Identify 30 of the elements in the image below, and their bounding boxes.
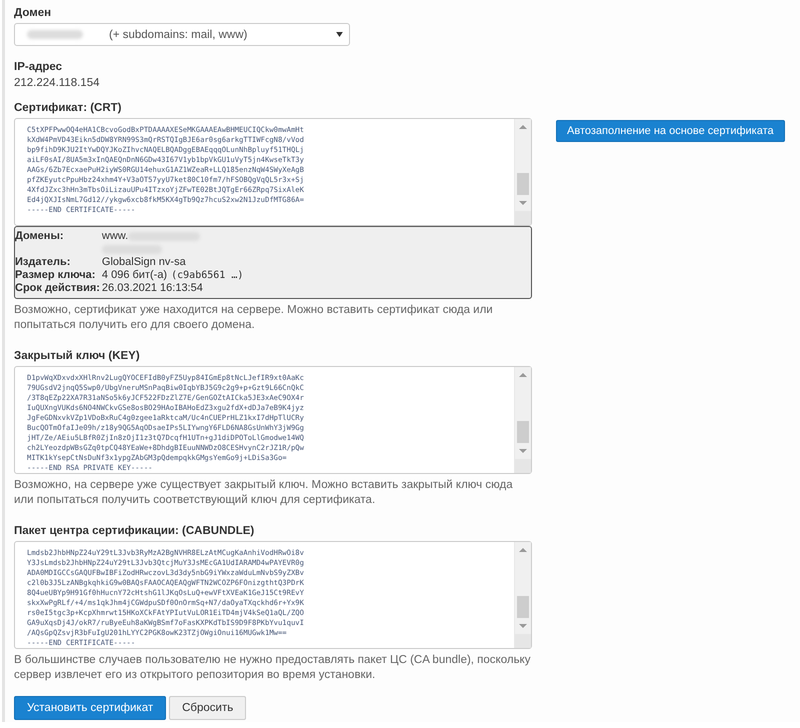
field-label: Пакет центра сертификации: (CABUNDLE) bbox=[14, 524, 256, 538]
reset-button[interactable]: Сбросить bbox=[169, 696, 246, 720]
scrollbar[interactable] bbox=[514, 119, 531, 225]
info-value: 4 096 бит(-а) bbox=[102, 269, 168, 282]
info-label: Домены: bbox=[15, 230, 65, 244]
text-area[interactable] bbox=[14, 118, 532, 226]
field-label: Домен bbox=[14, 6, 52, 20]
info-value: 26.03.2021 16:13:54 bbox=[102, 282, 203, 295]
help-text: В большинстве случаев пользователю не нужно предоставлять пакет ЦС (CA bundle), поскольку сервер извлечет его из открытого репозитория во время установки. bbox=[14, 653, 532, 683]
blurred-text bbox=[27, 30, 83, 39]
text-area[interactable] bbox=[14, 366, 532, 474]
domain-select[interactable]: (+ subdomains: mail, www) bbox=[14, 23, 350, 46]
ip-address: 212.224.118.154 bbox=[14, 77, 100, 89]
autofill-button[interactable]: Автозаполнение на основе сертификата bbox=[556, 120, 785, 142]
info-value: www. bbox=[102, 230, 128, 243]
info-value: GlobalSign nv-sa bbox=[102, 256, 186, 269]
field-label: IP-адрес bbox=[14, 60, 64, 74]
help-text: Возможно, сертификат уже находится на сервере. Можно вставить сертификат сюда или попытаться получить его для своего домена. bbox=[14, 303, 494, 333]
info-label: Размер ключа: bbox=[15, 269, 96, 282]
info-label: Срок действия: bbox=[15, 282, 100, 295]
help-text: Возможно, на сервере уже существует закрытый ключ. Можно вставить закрытый ключ сюда или попытаться получить соответствующий ключ для сертификата. bbox=[14, 478, 514, 508]
install-button[interactable]: Установить сертификат bbox=[14, 696, 166, 720]
text-area[interactable] bbox=[14, 541, 532, 649]
info-label: Издатель: bbox=[15, 256, 72, 269]
field-label: Закрытый ключ (KEY) bbox=[14, 349, 141, 363]
field-label: Сертификат: (CRT) bbox=[14, 101, 123, 115]
scrollbar[interactable] bbox=[514, 367, 531, 473]
key-id: (c9ab6561 …) bbox=[171, 269, 244, 282]
scrollbar[interactable] bbox=[514, 542, 531, 648]
caret-icon bbox=[336, 32, 343, 37]
